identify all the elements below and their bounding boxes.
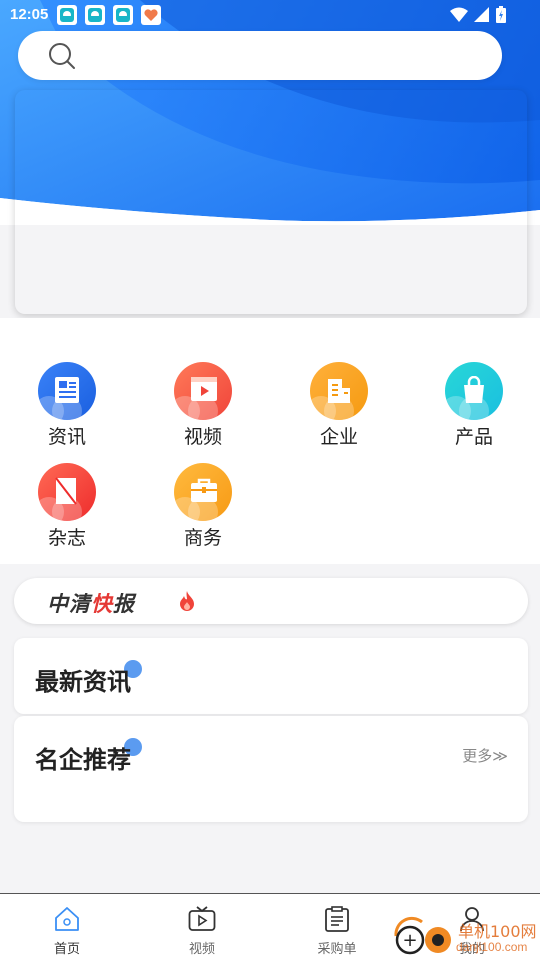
watermark-url: danji100.com [456, 940, 528, 954]
tab-label: 首页 [53, 942, 80, 957]
menu-item-product[interactable]: 产品 [424, 362, 524, 449]
menu-label: 杂志 [47, 527, 86, 549]
featured-companies-section: 名企推荐 更多≫ [14, 716, 528, 822]
banner-carousel[interactable] [15, 90, 527, 314]
battery-icon [496, 6, 506, 27]
menu-item-magazine[interactable]: 杂志 [17, 463, 117, 550]
news-icon [38, 362, 96, 420]
menu-label: 资讯 [47, 426, 86, 448]
news-flash-bar[interactable]: 中清快报 [14, 578, 528, 624]
svg-text:+: + [402, 930, 417, 951]
tab-purchase-list[interactable]: 采购单 [297, 906, 377, 957]
menu-item-enterprise[interactable]: 企业 [289, 362, 389, 449]
enterprise-icon [310, 362, 368, 420]
search-bar[interactable] [18, 31, 502, 80]
logo-text: 中清 [47, 592, 91, 616]
watermark-logo-icon: + [392, 916, 456, 960]
notification-app-icon [85, 5, 105, 25]
menu-item-news[interactable]: 资讯 [17, 362, 117, 449]
wifi-icon [450, 7, 468, 27]
latest-news-section: 最新资讯 [14, 638, 528, 714]
notification-app-icon [57, 5, 77, 25]
status-bar: 12:05 [0, 0, 540, 30]
clipboard-icon [323, 906, 351, 936]
menu-label: 企业 [319, 426, 358, 448]
fire-icon [178, 590, 196, 617]
menu-label: 商务 [183, 527, 222, 549]
business-icon [174, 463, 232, 521]
video-icon [174, 362, 232, 420]
menu-item-business[interactable]: 商务 [153, 463, 253, 550]
watermark-site: 单机100网 [458, 922, 537, 941]
tv-icon [188, 906, 216, 936]
menu-item-video[interactable]: 视频 [153, 362, 253, 449]
product-icon [445, 362, 503, 420]
home-icon [53, 907, 81, 936]
logo-text: 报 [113, 592, 135, 616]
notification-app-icon [113, 5, 133, 25]
notification-heart-app-icon [141, 5, 161, 25]
more-link[interactable]: 更多≫ [462, 745, 508, 766]
tab-home[interactable]: 首页 [27, 906, 107, 957]
signal-icon [474, 6, 490, 27]
menu-label: 视频 [183, 426, 222, 448]
menu-label: 产品 [454, 426, 493, 448]
news-flash-logo: 中清快报 [47, 588, 135, 618]
tab-label: 视频 [188, 942, 215, 957]
search-icon [48, 42, 76, 75]
tab-label: 采购单 [317, 942, 357, 957]
tab-video[interactable]: 视频 [162, 906, 242, 957]
status-time: 12:05 [10, 6, 49, 23]
section-title: 最新资讯 [35, 668, 131, 696]
watermark: + 单机100网 danji100.com [392, 912, 540, 960]
section-title: 名企推荐 [35, 746, 131, 774]
category-grid: 资讯 视频 企业 产品 杂志 商务 [0, 318, 540, 564]
magazine-icon [38, 463, 96, 521]
logo-text: 快 [91, 592, 113, 616]
